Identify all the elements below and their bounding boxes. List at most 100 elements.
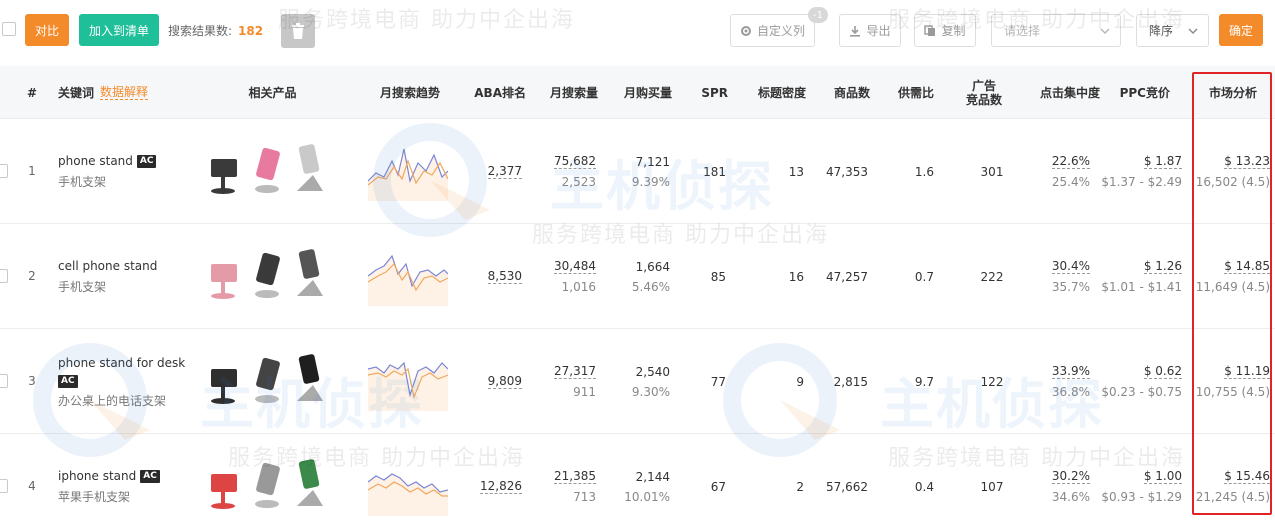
- aba-rank[interactable]: 2,377: [487, 164, 522, 179]
- monthly-search[interactable]: 27,317: [554, 364, 596, 379]
- row-index: 1: [28, 164, 36, 178]
- sort-select[interactable]: 降序: [1136, 14, 1209, 47]
- aba-rank[interactable]: 9,809: [487, 374, 522, 389]
- click-concentration[interactable]: 30.2%: [1051, 469, 1090, 484]
- data-explain-link[interactable]: 数据解释: [100, 85, 149, 100]
- keyword-text[interactable]: phone stand for desk: [58, 355, 185, 371]
- product-image[interactable]: [255, 252, 281, 298]
- row-checkbox[interactable]: [0, 374, 8, 388]
- monthly-search[interactable]: 30,484: [554, 259, 596, 274]
- keyword-text[interactable]: iphone stand: [58, 468, 136, 484]
- col-keyword-label: 关键词: [58, 85, 95, 100]
- confirm-button[interactable]: 确定: [1219, 14, 1263, 46]
- col-ad-products[interactable]: 广告 竞品数: [960, 66, 1008, 119]
- col-ppc-bid[interactable]: PPC竞价: [1110, 66, 1170, 119]
- export-label: 导出: [866, 24, 891, 38]
- ppc-bid[interactable]: $ 1.87: [1143, 154, 1182, 169]
- search-trend-sparkline[interactable]: [368, 351, 448, 411]
- select-all-checkbox[interactable]: [2, 22, 16, 36]
- product-image[interactable]: [211, 369, 237, 404]
- product-image[interactable]: [297, 144, 323, 191]
- export-button[interactable]: 导出: [839, 14, 901, 47]
- market-analysis-cell: $ 11.19 10,755 (4.5): [1192, 329, 1270, 434]
- market-avg-price[interactable]: $ 15.46: [1224, 469, 1270, 484]
- table-row[interactable]: 2 cell phone stand 手机支架 8,530 30,484 1,0…: [0, 224, 1275, 329]
- col-product-count[interactable]: 商品数: [818, 66, 870, 119]
- click-concentration[interactable]: 22.6%: [1051, 154, 1090, 169]
- related-products[interactable]: [205, 244, 340, 304]
- ad-products: 107: [980, 479, 1004, 494]
- keyword[interactable]: phone stand for desk AC: [58, 355, 198, 388]
- product-count: 57,662: [826, 479, 868, 494]
- col-click-concentration[interactable]: 点击集中度: [1020, 66, 1100, 119]
- keyword[interactable]: iphone stand AC: [58, 468, 160, 484]
- spr: 67: [710, 479, 726, 494]
- product-image[interactable]: [297, 459, 323, 506]
- product-image[interactable]: [255, 357, 281, 403]
- monthly-search[interactable]: 75,682: [554, 154, 596, 169]
- market-avg-price[interactable]: $ 14.85: [1224, 259, 1270, 274]
- product-image[interactable]: [297, 249, 323, 296]
- row-checkbox[interactable]: [0, 479, 8, 493]
- ppc-bid[interactable]: $ 0.62: [1143, 364, 1182, 379]
- related-products[interactable]: [205, 349, 340, 409]
- table-header: # 关键词 数据解释 相关产品 月搜索趋势 ABA排名 月搜索量 月购买量 SP…: [0, 66, 1275, 119]
- copy-label: 复制: [941, 24, 966, 38]
- keyword-text[interactable]: cell phone stand: [58, 258, 157, 274]
- product-image[interactable]: [211, 264, 237, 299]
- market-reviews-rating: 21,245 (4.5): [1195, 490, 1270, 504]
- product-image[interactable]: [297, 354, 323, 401]
- col-spr[interactable]: SPR: [688, 66, 728, 119]
- col-ad-products-line2: 竞品数: [965, 92, 1002, 107]
- product-image[interactable]: [255, 462, 281, 508]
- product-image[interactable]: [255, 147, 281, 193]
- copy-button[interactable]: 复制: [914, 14, 976, 47]
- result-count-label: 搜索结果数: 182: [168, 22, 263, 39]
- col-monthly-purchase[interactable]: 月购买量: [610, 66, 672, 119]
- search-trend-sparkline[interactable]: [368, 246, 448, 306]
- daily-search: 1,016: [561, 280, 596, 294]
- col-supply-demand[interactable]: 供需比: [884, 66, 934, 119]
- click-concentration[interactable]: 33.9%: [1051, 364, 1090, 379]
- keyword-text[interactable]: phone stand: [58, 153, 133, 169]
- col-market-analysis[interactable]: 市场分析: [1196, 66, 1270, 119]
- ppc-bid-cell: $ 1.00 $0.93 - $1.29: [1096, 434, 1182, 530]
- related-products[interactable]: [205, 139, 340, 199]
- table-row[interactable]: 3 phone stand for desk AC 办公桌上的电话支架 9,80…: [0, 329, 1275, 434]
- table-row[interactable]: 4 iphone stand AC 苹果手机支架 12,826 21,385 7…: [0, 434, 1275, 530]
- table-row[interactable]: 1 phone stand AC 手机支架 2,377 75,682 2,523…: [0, 119, 1275, 224]
- related-products[interactable]: [205, 454, 340, 514]
- aba-rank[interactable]: 12,826: [480, 479, 522, 494]
- row-checkbox[interactable]: [0, 164, 8, 178]
- delete-button[interactable]: [281, 14, 315, 48]
- product-image[interactable]: [211, 474, 237, 509]
- spr-cell: 181: [688, 119, 726, 224]
- product-image[interactable]: [211, 159, 237, 194]
- col-title-density[interactable]: 标题密度: [740, 66, 806, 119]
- filter-select[interactable]: 请选择: [991, 14, 1121, 47]
- custom-columns-button[interactable]: 自定义列: [730, 14, 815, 47]
- custom-columns-label: 自定义列: [756, 24, 805, 38]
- market-avg-price[interactable]: $ 13.23: [1224, 154, 1270, 169]
- search-trend-sparkline[interactable]: [368, 141, 448, 201]
- market-analysis-cell: $ 13.23 16,502 (4.5): [1192, 119, 1270, 224]
- aba-rank[interactable]: 8,530: [487, 269, 522, 284]
- purchase-rate: 9.30%: [631, 384, 670, 399]
- click-concentration[interactable]: 30.4%: [1051, 259, 1090, 274]
- aba-rank-cell: 2,377: [466, 119, 522, 224]
- ppc-bid[interactable]: $ 1.26: [1143, 259, 1182, 274]
- compare-button[interactable]: 对比: [25, 14, 69, 46]
- col-monthly-search[interactable]: 月搜索量: [536, 66, 598, 119]
- search-trend-sparkline[interactable]: [368, 456, 448, 516]
- market-avg-price[interactable]: $ 11.19: [1224, 364, 1270, 379]
- spr-cell: 77: [688, 329, 726, 434]
- add-to-list-button[interactable]: 加入到清单: [79, 14, 159, 46]
- keyword[interactable]: cell phone stand: [58, 258, 157, 274]
- row-checkbox[interactable]: [0, 269, 8, 283]
- col-aba-rank[interactable]: ABA排名: [466, 66, 526, 119]
- keyword[interactable]: phone stand AC: [58, 153, 157, 169]
- monthly-search[interactable]: 21,385: [554, 469, 596, 484]
- filter-select-value: 请选择: [1004, 24, 1041, 38]
- ppc-bid[interactable]: $ 1.00: [1143, 469, 1182, 484]
- market-reviews-rating: 10,755 (4.5): [1195, 385, 1270, 399]
